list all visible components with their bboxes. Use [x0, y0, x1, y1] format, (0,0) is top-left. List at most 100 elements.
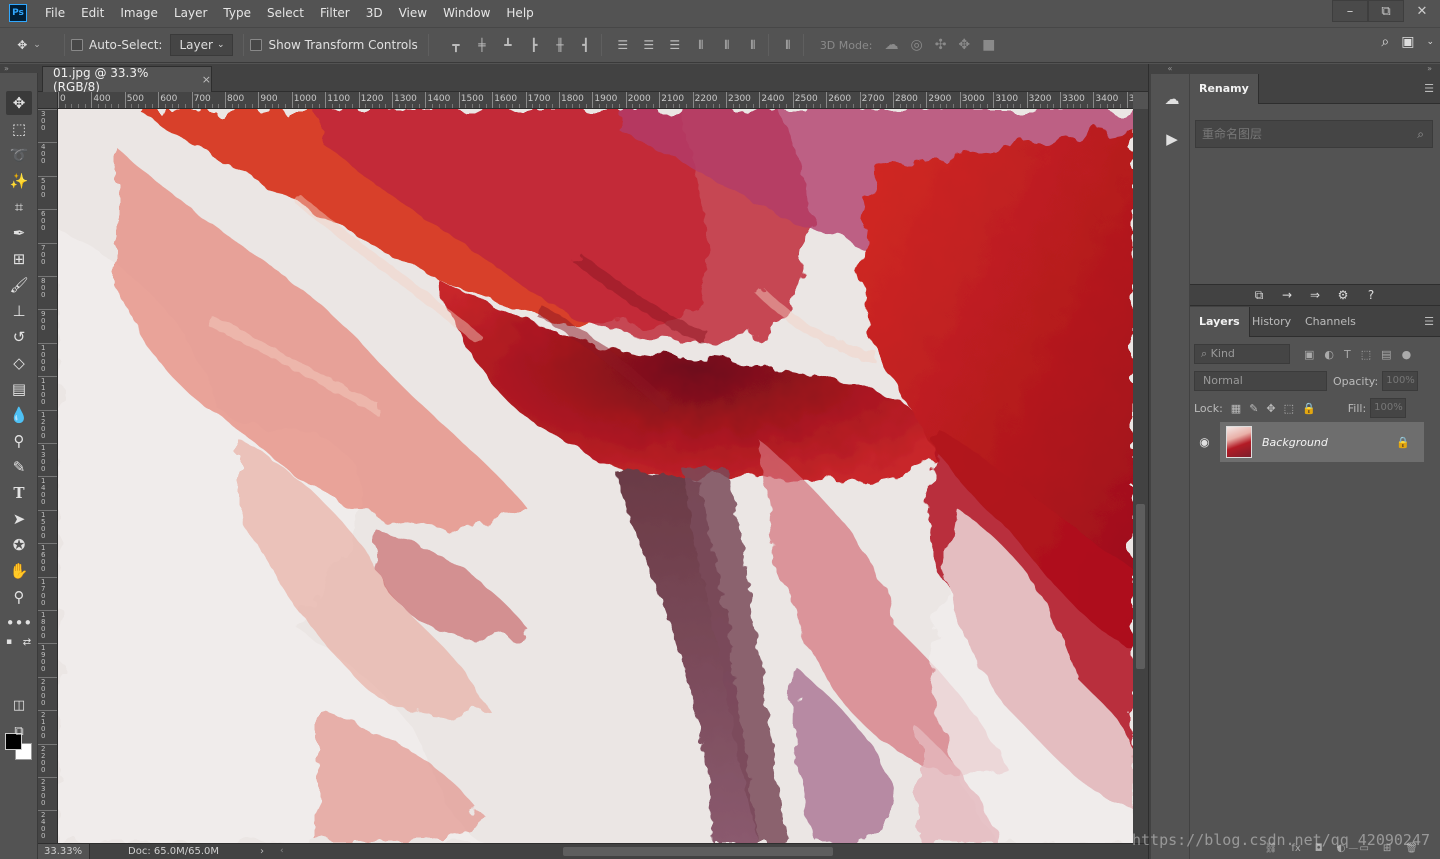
fill-field[interactable]: 100%	[1370, 398, 1407, 418]
adjustment-filter-icon[interactable]: ◐	[1324, 348, 1334, 361]
rename-icon[interactable]: ⧉	[1250, 288, 1268, 303]
menu-view[interactable]: View	[391, 0, 435, 26]
3d-roll-icon[interactable]: ◎	[910, 37, 922, 53]
move-tool-icon[interactable]: ✥	[6, 91, 32, 115]
menu-image[interactable]: Image	[112, 0, 166, 26]
menu-window[interactable]: Window	[435, 0, 498, 26]
opacity-field[interactable]: 100%	[1382, 371, 1419, 391]
menu-filter[interactable]: Filter	[312, 0, 358, 26]
arrow-double-right-icon[interactable]: ⇒	[1306, 288, 1324, 302]
scroll-left-arrow[interactable]: ‹	[280, 844, 284, 859]
smart-object-filter-icon[interactable]: ▤	[1381, 348, 1391, 361]
path-selection-icon[interactable]: ➤	[6, 507, 32, 531]
help-icon[interactable]: ?	[1362, 288, 1380, 302]
align-top-edges-icon[interactable]: ┳	[447, 36, 465, 54]
filter-toggle-icon[interactable]: ●	[1402, 348, 1412, 361]
panel-menu-icon[interactable]: ☰	[1424, 82, 1434, 95]
auto-select-target-dropdown[interactable]: Layer ⌄	[170, 34, 234, 56]
auto-select-check-box[interactable]	[71, 39, 83, 51]
zoom-icon[interactable]: ⚲	[6, 585, 32, 609]
status-menu-arrow[interactable]: ›	[260, 844, 264, 859]
type-tool-icon[interactable]: T	[6, 481, 32, 505]
swap-colors-icon[interactable]: ⇄	[20, 635, 34, 649]
horizontal-scroll-thumb[interactable]	[563, 847, 833, 856]
clone-stamp-icon[interactable]: ⊥	[6, 299, 32, 323]
tab-renamy[interactable]: Renamy	[1190, 74, 1259, 104]
lock-position-icon[interactable]: ✥	[1266, 402, 1275, 415]
tool-preset-picker[interactable]: ✥ ⌄	[0, 38, 58, 52]
eye-icon[interactable]: ◉	[1190, 422, 1220, 462]
menu-3d[interactable]: 3D	[358, 0, 391, 26]
ruler-origin[interactable]	[38, 92, 58, 109]
layer-thumbnail[interactable]	[1226, 426, 1252, 458]
layer-name[interactable]: Background	[1262, 436, 1328, 449]
lock-transparent-icon[interactable]: ▦	[1231, 402, 1241, 415]
show-transform-controls-checkbox[interactable]: Show Transform Controls	[250, 38, 418, 52]
distribute-left-icon[interactable]: ⫴	[692, 36, 710, 54]
kind-filter-dropdown[interactable]: ⌕ Kind	[1194, 344, 1290, 364]
menu-file[interactable]: File	[37, 0, 73, 26]
layer-row[interactable]: ◉ Background 🔒	[1190, 422, 1424, 462]
align-bottom-edges-icon[interactable]: ┻	[499, 36, 517, 54]
image-canvas[interactable]	[58, 109, 1133, 843]
custom-shape-icon[interactable]: ✪	[6, 533, 32, 557]
vertical-scrollbar[interactable]	[1133, 109, 1148, 843]
chevron-down-icon[interactable]: ⌄	[1426, 37, 1434, 47]
align-horizontal-centers-icon[interactable]: ╫	[551, 36, 569, 54]
search-icon[interactable]: ⌕	[1381, 34, 1389, 50]
menu-layer[interactable]: Layer	[166, 0, 215, 26]
screen-mode-icon[interactable]: ⧉	[6, 719, 32, 743]
document-tab[interactable]: 01.jpg @ 33.3% (RGB/8) ×	[42, 66, 212, 94]
distribute-top-icon[interactable]: ☰	[614, 36, 632, 54]
blend-mode-dropdown[interactable]: Normal	[1194, 371, 1327, 391]
menu-select[interactable]: Select	[259, 0, 312, 26]
3d-drag-icon[interactable]: ✣	[935, 37, 947, 53]
workspace-icon[interactable]: ▣	[1401, 34, 1414, 50]
eyedropper-icon[interactable]: ✒	[6, 221, 32, 245]
horizontal-ruler[interactable]: 0 400 500 600 700 800 900 1000 1100 1200 1300 1400 1…	[58, 92, 1133, 109]
3d-slide-icon[interactable]: ✥	[958, 37, 970, 53]
restore-button[interactable]: ⧉	[1368, 0, 1404, 22]
3d-orbit-icon[interactable]: ☁	[884, 37, 898, 53]
gear-icon[interactable]: ⚙	[1334, 288, 1352, 302]
menu-help[interactable]: Help	[498, 0, 541, 26]
gradient-icon[interactable]: ▤	[6, 377, 32, 401]
auto-select-checkbox[interactable]: Auto-Select:	[71, 38, 162, 52]
menu-type[interactable]: Type	[215, 0, 259, 26]
history-brush-icon[interactable]: ↺	[6, 325, 32, 349]
tab-channels[interactable]: Channels	[1296, 307, 1365, 337]
rectangular-marquee-icon[interactable]: ⬚	[6, 117, 32, 141]
vertical-scroll-thumb[interactable]	[1136, 504, 1145, 669]
vertical-ruler[interactable]: 300 400 500 600 700 800 900 1000 1100 1200 1300 140…	[38, 109, 58, 843]
crop-icon[interactable]: ⌗	[6, 195, 32, 219]
show-transform-check-box[interactable]	[250, 39, 263, 51]
tab-history[interactable]: History	[1243, 307, 1300, 337]
more-tools-icon[interactable]: •••	[6, 611, 33, 635]
close-window-button[interactable]: ✕	[1404, 0, 1440, 22]
eraser-icon[interactable]: ◇	[6, 351, 32, 375]
arrow-right-icon[interactable]: →	[1278, 288, 1296, 302]
pen-icon[interactable]: ✎	[6, 455, 32, 479]
hand-icon[interactable]: ✋	[6, 559, 32, 583]
3d-scale-icon[interactable]: ■	[982, 37, 995, 53]
close-document-icon[interactable]: ×	[202, 73, 211, 86]
zoom-level-field[interactable]: 33.33%	[38, 844, 90, 859]
creative-cloud-icon[interactable]: ☁	[1161, 88, 1183, 110]
dodge-icon[interactable]: ⚲	[6, 429, 32, 453]
auto-align-layers-icon[interactable]: ⦀	[779, 36, 797, 54]
lasso-icon[interactable]: ➰	[6, 143, 32, 167]
default-colors-icon[interactable]: ▪	[2, 635, 16, 649]
align-left-edges-icon[interactable]: ┣	[525, 36, 543, 54]
type-filter-icon[interactable]: T	[1344, 348, 1351, 361]
right-collapse-bar[interactable]: »	[1190, 64, 1440, 74]
menu-edit[interactable]: Edit	[73, 0, 112, 26]
distribute-hcenter-icon[interactable]: ⫴	[718, 36, 736, 54]
shape-filter-icon[interactable]: ⬚	[1361, 348, 1371, 361]
play-icon[interactable]: ▶	[1161, 128, 1183, 150]
quick-mask-icon[interactable]: ◫	[6, 693, 32, 717]
distribute-right-icon[interactable]: ⫴	[744, 36, 762, 54]
distribute-bottom-icon[interactable]: ☰	[666, 36, 684, 54]
dock-collapse-bar[interactable]: «	[1149, 64, 1191, 74]
pixel-filter-icon[interactable]: ▣	[1304, 348, 1314, 361]
align-vertical-centers-icon[interactable]: ╪	[473, 36, 491, 54]
